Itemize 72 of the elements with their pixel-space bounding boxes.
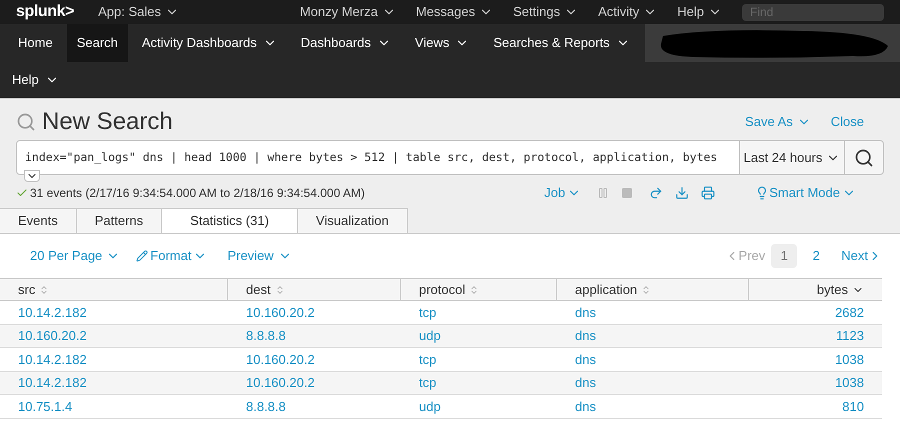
table-cell[interactable]: udp: [401, 395, 557, 418]
column-header[interactable]: dest: [228, 279, 401, 300]
table-cell[interactable]: 10.160.20.2: [228, 301, 401, 324]
table-cell[interactable]: 10.14.2.182: [0, 348, 228, 370]
table-cell[interactable]: dns: [557, 348, 749, 370]
search-icon: [16, 112, 36, 132]
time-range-picker[interactable]: Last 24 hours: [740, 140, 844, 175]
column-header[interactable]: protocol: [401, 279, 557, 300]
table-cell[interactable]: dns: [557, 395, 749, 418]
table-cell[interactable]: 10.160.20.2: [228, 372, 401, 394]
page-button[interactable]: 1: [771, 244, 798, 268]
search-status: 31 events (2/17/16 9:34:54.000 AM to 2/18/16 9:34:54.000 AM): [30, 185, 365, 202]
download-icon[interactable]: [675, 186, 690, 200]
page-title: New Search: [42, 107, 173, 137]
top-menu[interactable]: Settings: [513, 2, 578, 22]
sort-icon: [469, 284, 480, 294]
table-cell[interactable]: 810: [749, 395, 882, 418]
check-icon: [16, 187, 28, 199]
top-menu[interactable]: Messages: [416, 2, 494, 22]
stop-icon[interactable]: [621, 187, 634, 199]
table-cell[interactable]: 10.14.2.182: [0, 372, 228, 394]
page-button[interactable]: 2: [803, 244, 830, 268]
prev-button[interactable]: Prev: [724, 246, 766, 266]
nav-item[interactable]: Search: [66, 24, 128, 62]
column-header[interactable]: application: [557, 279, 749, 300]
per-page-menu[interactable]: 20 Per Page: [30, 246, 120, 266]
search-mode-menu[interactable]: Smart Mode: [769, 183, 856, 203]
job-menu[interactable]: Job: [544, 183, 582, 203]
close-link[interactable]: Close: [830, 112, 864, 132]
table-cell[interactable]: 10.160.20.2: [0, 324, 228, 347]
table-cell[interactable]: 1038: [749, 348, 882, 370]
sort-icon: [39, 284, 50, 294]
table-cell[interactable]: 1123: [749, 324, 882, 347]
table-cell[interactable]: dns: [557, 324, 749, 347]
pause-icon[interactable]: [597, 187, 610, 199]
save-as-menu[interactable]: Save As: [745, 112, 811, 132]
column-header[interactable]: src: [0, 279, 228, 300]
pencil-icon: [136, 250, 148, 262]
search-query-field[interactable]: index="pan_logs" dns | head 1000 | where bytes > 512 | table src, dest, protocol, application, bytes: [16, 140, 740, 175]
top-menu[interactable]: Monzy Merza: [300, 2, 396, 22]
share-icon[interactable]: [649, 186, 664, 200]
column-header[interactable]: bytes: [749, 279, 882, 300]
table-cell[interactable]: tcp: [401, 301, 557, 324]
top-menu[interactable]: Help: [677, 2, 722, 22]
table-cell[interactable]: 10.160.20.2: [228, 348, 401, 370]
logo[interactable]: splunk>: [16, 0, 74, 24]
table-cell[interactable]: dns: [557, 301, 749, 324]
table-cell[interactable]: 2682: [749, 301, 882, 324]
table-cell[interactable]: 10.75.1.4: [0, 395, 228, 418]
table-cell[interactable]: dns: [557, 372, 749, 394]
next-button[interactable]: Next: [841, 246, 882, 266]
results-tab[interactable]: Patterns: [76, 208, 162, 233]
format-menu[interactable]: Format: [136, 246, 208, 266]
search-button[interactable]: [844, 140, 884, 175]
table-cell[interactable]: tcp: [401, 348, 557, 370]
table-cell[interactable]: 10.14.2.182: [0, 301, 228, 324]
print-icon[interactable]: [701, 186, 716, 200]
table-cell[interactable]: tcp: [401, 372, 557, 394]
expand-button[interactable]: [24, 170, 40, 182]
preview-menu[interactable]: Preview: [227, 246, 292, 266]
table-cell[interactable]: udp: [401, 324, 557, 347]
results-tab[interactable]: Visualization: [298, 208, 408, 233]
top-menu[interactable]: Activity: [598, 2, 658, 22]
sort-icon: [641, 284, 652, 294]
table-cell[interactable]: 1038: [749, 372, 882, 394]
app-menu[interactable]: App: Sales: [98, 2, 179, 22]
results-tab[interactable]: Events: [0, 208, 77, 233]
sort-icon: [274, 284, 285, 294]
table-cell[interactable]: 8.8.8.8: [228, 324, 401, 347]
results-tab[interactable]: Statistics (31): [162, 208, 298, 233]
search-icon: [854, 148, 874, 168]
table-cell[interactable]: 8.8.8.8: [228, 395, 401, 418]
